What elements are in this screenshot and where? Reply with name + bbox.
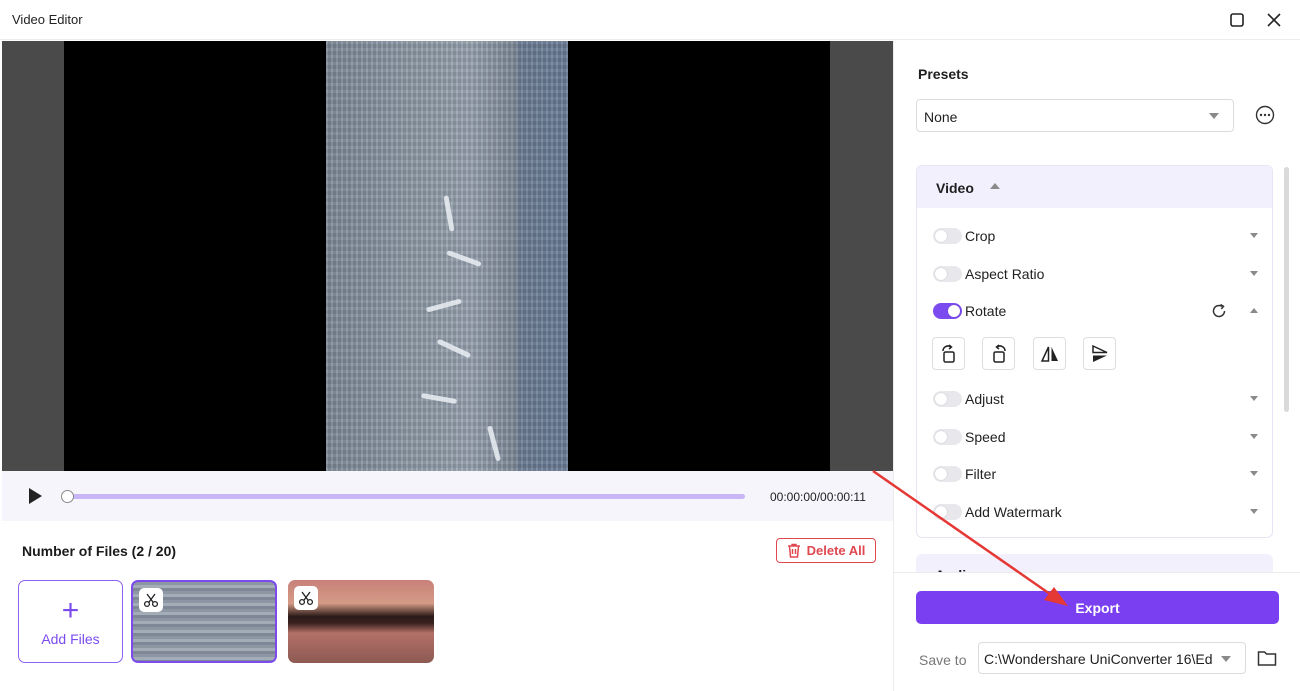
folder-icon: [1257, 651, 1277, 666]
maximize-button[interactable]: [1225, 8, 1249, 32]
reset-button[interactable]: [1210, 302, 1228, 320]
save-to-dropdown[interactable]: C:\Wondershare UniConverter 16\Ed: [978, 642, 1246, 674]
play-icon: [29, 488, 42, 504]
option-label: Crop: [965, 228, 996, 244]
reset-icon: [1212, 303, 1226, 318]
file-count-heading: Number of Files (2 / 20): [22, 543, 177, 559]
export-area: Export Save to C:\Wondershare UniConvert…: [894, 572, 1300, 691]
watermark-toggle[interactable]: [933, 504, 962, 520]
option-filter: Filter: [917, 458, 1272, 488]
chevron-down-icon[interactable]: [1250, 434, 1258, 439]
video-settings-section: Video Crop Aspect Ratio Rotate Adjust Sp…: [916, 165, 1273, 538]
trim-button[interactable]: [139, 588, 163, 612]
add-files-label: Add Files: [41, 630, 100, 647]
close-icon: [1267, 13, 1281, 27]
flip-vertical-button[interactable]: [1083, 337, 1116, 370]
rotate-right-button[interactable]: [932, 337, 965, 370]
option-label: Adjust: [965, 391, 1004, 407]
option-rotate: Rotate: [917, 295, 1272, 325]
export-button[interactable]: Export: [916, 591, 1279, 624]
title-bar: Video Editor: [0, 0, 1300, 40]
scissors-icon: [298, 591, 314, 606]
more-options-button[interactable]: [1255, 105, 1275, 125]
add-files-button[interactable]: + Add Files: [18, 580, 123, 663]
option-crop: Crop: [917, 220, 1272, 250]
flip-horizontal-button[interactable]: [1033, 337, 1066, 370]
chevron-down-icon: [1209, 113, 1219, 119]
chevron-up-icon[interactable]: [1250, 308, 1258, 313]
video-frame: [326, 41, 568, 471]
option-label: Speed: [965, 429, 1006, 445]
chevron-up-icon: [990, 183, 1000, 189]
video-section-header[interactable]: Video: [917, 166, 1272, 208]
crop-toggle[interactable]: [933, 228, 962, 244]
option-label: Aspect Ratio: [965, 266, 1045, 282]
maximize-icon: [1230, 13, 1244, 27]
chevron-down-icon[interactable]: [1250, 271, 1258, 276]
trim-button[interactable]: [294, 586, 318, 610]
presets-dropdown[interactable]: None: [916, 99, 1234, 132]
rotate-toggle[interactable]: [933, 303, 962, 319]
seek-handle[interactable]: [61, 490, 74, 503]
trash-icon: [787, 543, 800, 558]
file-thumbnail[interactable]: [131, 580, 277, 663]
save-to-label: Save to: [919, 652, 967, 668]
adjust-toggle[interactable]: [933, 391, 962, 407]
file-thumbnail[interactable]: [288, 580, 434, 663]
option-label: Add Watermark: [965, 504, 1062, 520]
panel-scrollbar[interactable]: [1284, 167, 1289, 412]
chevron-down-icon[interactable]: [1250, 471, 1258, 476]
scissors-icon: [143, 593, 159, 608]
rotate-left-icon: [992, 343, 1006, 363]
option-aspect-ratio: Aspect Ratio: [917, 258, 1272, 288]
chevron-down-icon[interactable]: [1250, 509, 1258, 514]
delete-all-button[interactable]: Delete All: [776, 538, 876, 563]
video-preview[interactable]: [2, 41, 893, 471]
rotate-right-icon: [941, 343, 955, 363]
delete-all-label: Delete All: [806, 543, 866, 558]
save-to-path: C:\Wondershare UniConverter 16\Ed: [984, 651, 1213, 667]
window-title: Video Editor: [12, 12, 83, 27]
video-section-title: Video: [936, 180, 974, 196]
close-button[interactable]: [1262, 8, 1286, 32]
timecode: 00:00:00/00:00:11: [770, 490, 866, 504]
flip-vertical-icon: [1091, 344, 1107, 362]
option-add-watermark: Add Watermark: [917, 496, 1272, 526]
chevron-down-icon[interactable]: [1250, 233, 1258, 238]
chevron-down-icon[interactable]: [1250, 396, 1258, 401]
option-label: Rotate: [965, 303, 1007, 319]
open-folder-button[interactable]: [1257, 649, 1277, 667]
presets-value: None: [924, 109, 958, 125]
aspect-ratio-toggle[interactable]: [933, 266, 962, 282]
more-icon: [1255, 105, 1275, 125]
player-controls: 00:00:00/00:00:11: [2, 471, 893, 521]
seek-bar[interactable]: [69, 494, 745, 499]
filter-toggle[interactable]: [933, 466, 962, 482]
flip-horizontal-icon: [1040, 346, 1058, 362]
option-label: Filter: [965, 466, 997, 482]
settings-panel: Presets None Video Crop Aspect Ratio Rot…: [893, 41, 1300, 691]
chevron-down-icon: [1221, 656, 1231, 662]
presets-label: Presets: [918, 66, 969, 82]
play-button[interactable]: [26, 487, 44, 505]
option-adjust: Adjust: [917, 383, 1272, 413]
option-speed: Speed: [917, 421, 1272, 451]
speed-toggle[interactable]: [933, 429, 962, 445]
plus-icon: +: [61, 593, 80, 627]
rotate-left-button[interactable]: [982, 337, 1015, 370]
